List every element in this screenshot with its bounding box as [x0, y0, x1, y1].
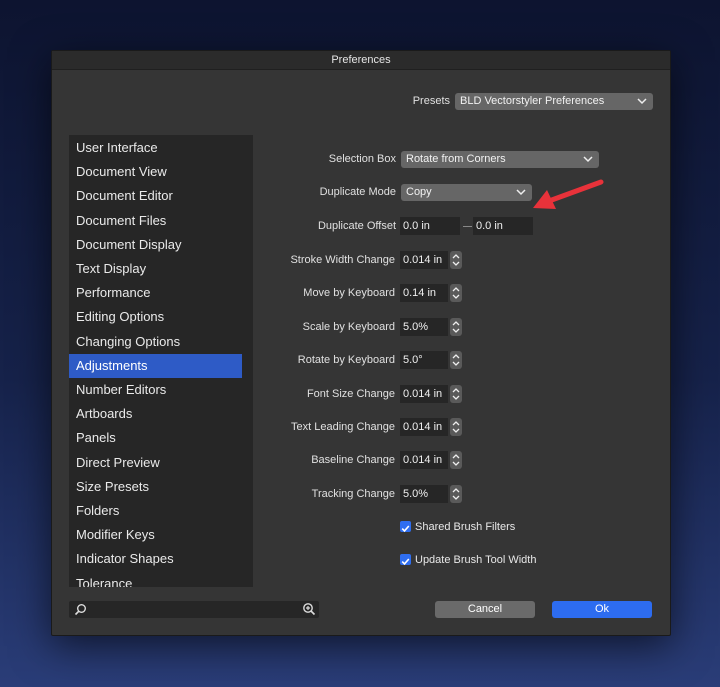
tracking-change-stepper[interactable]	[450, 484, 462, 503]
stroke-width-change-stepper[interactable]	[450, 251, 462, 269]
preferences-window: Preferences Presets BLD Vectorstyler Pre…	[51, 50, 671, 636]
scale-by-keyboard-field[interactable]: 5.0%	[400, 317, 448, 336]
chevron-down-icon	[583, 156, 593, 163]
text-leading-change-stepper[interactable]	[450, 418, 462, 436]
sidebar-item-document-editor[interactable]: Document Editor	[69, 184, 242, 208]
baseline-change-label: Baseline Change	[311, 454, 395, 467]
sidebar-item-performance[interactable]: Performance	[69, 281, 242, 305]
chevron-down-icon	[637, 98, 647, 105]
baseline-change-field[interactable]: 0.014 in	[400, 451, 448, 470]
duplicate-mode-label: Duplicate Mode	[319, 186, 396, 198]
sidebar-item-number-editors[interactable]: Number Editors	[69, 378, 242, 402]
window-title: Preferences	[52, 51, 670, 70]
tracking-change-field[interactable]: 5.0%	[400, 484, 448, 503]
selection-box-value: Rotate from Corners	[406, 153, 506, 165]
rotate-by-keyboard-field[interactable]: 5.0°	[400, 351, 448, 370]
stepper-arrows-icon	[452, 254, 460, 266]
duplicate-mode-value: Copy	[406, 186, 432, 198]
sidebar-item-artboards[interactable]: Artboards	[69, 402, 242, 426]
sidebar-item-size-presets[interactable]: Size Presets	[69, 475, 242, 499]
zoom-icon[interactable]	[302, 602, 316, 616]
stepper-arrows-icon	[452, 421, 460, 433]
duplicate-offset-label: Duplicate Offset	[317, 220, 396, 232]
checkmark-icon	[401, 525, 410, 533]
cancel-button[interactable]: Cancel	[435, 601, 535, 618]
checkmark-icon	[401, 558, 410, 566]
text-leading-change-label: Text Leading Change	[291, 421, 395, 433]
selection-box-dropdown[interactable]: Rotate from Corners	[401, 151, 599, 168]
preferences-search-field[interactable]	[69, 601, 319, 618]
stepper-arrows-icon	[452, 387, 460, 400]
stepper-arrows-icon	[452, 354, 460, 367]
shared-brush-filters-checkbox[interactable]	[400, 521, 411, 533]
selection-box-label: Selection Box	[328, 153, 396, 165]
ok-button[interactable]: Ok	[552, 601, 652, 618]
scale-by-keyboard-stepper[interactable]	[450, 317, 462, 336]
font-size-change-stepper[interactable]	[450, 384, 462, 403]
sidebar-item-editing-options[interactable]: Editing Options	[69, 305, 242, 329]
sidebar-item-changing-options[interactable]: Changing Options	[69, 330, 242, 354]
sidebar-item-tolerance[interactable]: Tolerance	[69, 572, 242, 587]
stepper-arrows-icon	[452, 454, 460, 467]
sidebar-item-modifier-keys[interactable]: Modifier Keys	[69, 523, 242, 547]
baseline-change-stepper[interactable]	[450, 451, 462, 470]
stepper-arrows-icon	[452, 320, 460, 333]
font-size-change-field[interactable]: 0.014 in	[400, 384, 448, 403]
font-size-change-label: Font Size Change	[306, 387, 395, 400]
duplicate-offset-x-field[interactable]: 0.0 in	[400, 217, 460, 235]
rotate-by-keyboard-stepper[interactable]	[450, 351, 462, 370]
tracking-change-label: Tracking Change	[311, 487, 395, 500]
sidebar-item-text-display[interactable]: Text Display	[69, 257, 242, 281]
sidebar-item-indicator-shapes[interactable]: Indicator Shapes	[69, 547, 242, 571]
duplicate-offset-y-field[interactable]: 0.0 in	[473, 217, 533, 235]
presets-dropdown[interactable]: BLD Vectorstyler Preferences	[455, 93, 653, 110]
move-by-keyboard-stepper[interactable]	[450, 284, 462, 303]
sidebar-item-document-display[interactable]: Document Display	[69, 233, 242, 257]
move-by-keyboard-label: Move by Keyboard	[303, 287, 395, 300]
rotate-by-keyboard-label: Rotate by Keyboard	[297, 354, 395, 367]
sidebar-item-panels[interactable]: Panels	[69, 426, 242, 450]
offset-separator	[463, 226, 472, 227]
stepper-arrows-icon	[452, 287, 460, 300]
red-arrow-annotation	[533, 179, 604, 209]
sidebar-item-folders[interactable]: Folders	[69, 499, 242, 523]
update-brush-tool-width-checkbox[interactable]	[400, 554, 411, 566]
preferences-sidebar[interactable]: User Interface Document View Document Edit…	[69, 135, 253, 587]
text-leading-change-field[interactable]: 0.014 in	[400, 418, 448, 436]
search-icon	[74, 604, 86, 616]
sidebar-item-adjustments[interactable]: Adjustments	[69, 353, 242, 378]
sidebar-item-document-files[interactable]: Document Files	[69, 209, 242, 233]
stroke-width-change-field[interactable]: 0.014 in	[400, 251, 448, 269]
stroke-width-change-label: Stroke Width Change	[290, 254, 395, 266]
update-brush-tool-width-label: Update Brush Tool Width	[415, 554, 537, 566]
scale-by-keyboard-label: Scale by Keyboard	[302, 320, 395, 333]
shared-brush-filters-label: Shared Brush Filters	[415, 521, 516, 533]
sidebar-item-document-view[interactable]: Document View	[69, 160, 242, 184]
move-by-keyboard-field[interactable]: 0.14 in	[400, 284, 448, 303]
sidebar-item-user-interface[interactable]: User Interface	[69, 136, 242, 160]
presets-value: BLD Vectorstyler Preferences	[460, 95, 605, 107]
stepper-arrows-icon	[452, 487, 460, 500]
sidebar-item-direct-preview[interactable]: Direct Preview	[69, 451, 242, 475]
presets-label: Presets	[412, 95, 450, 107]
duplicate-mode-dropdown[interactable]: Copy	[401, 184, 532, 201]
